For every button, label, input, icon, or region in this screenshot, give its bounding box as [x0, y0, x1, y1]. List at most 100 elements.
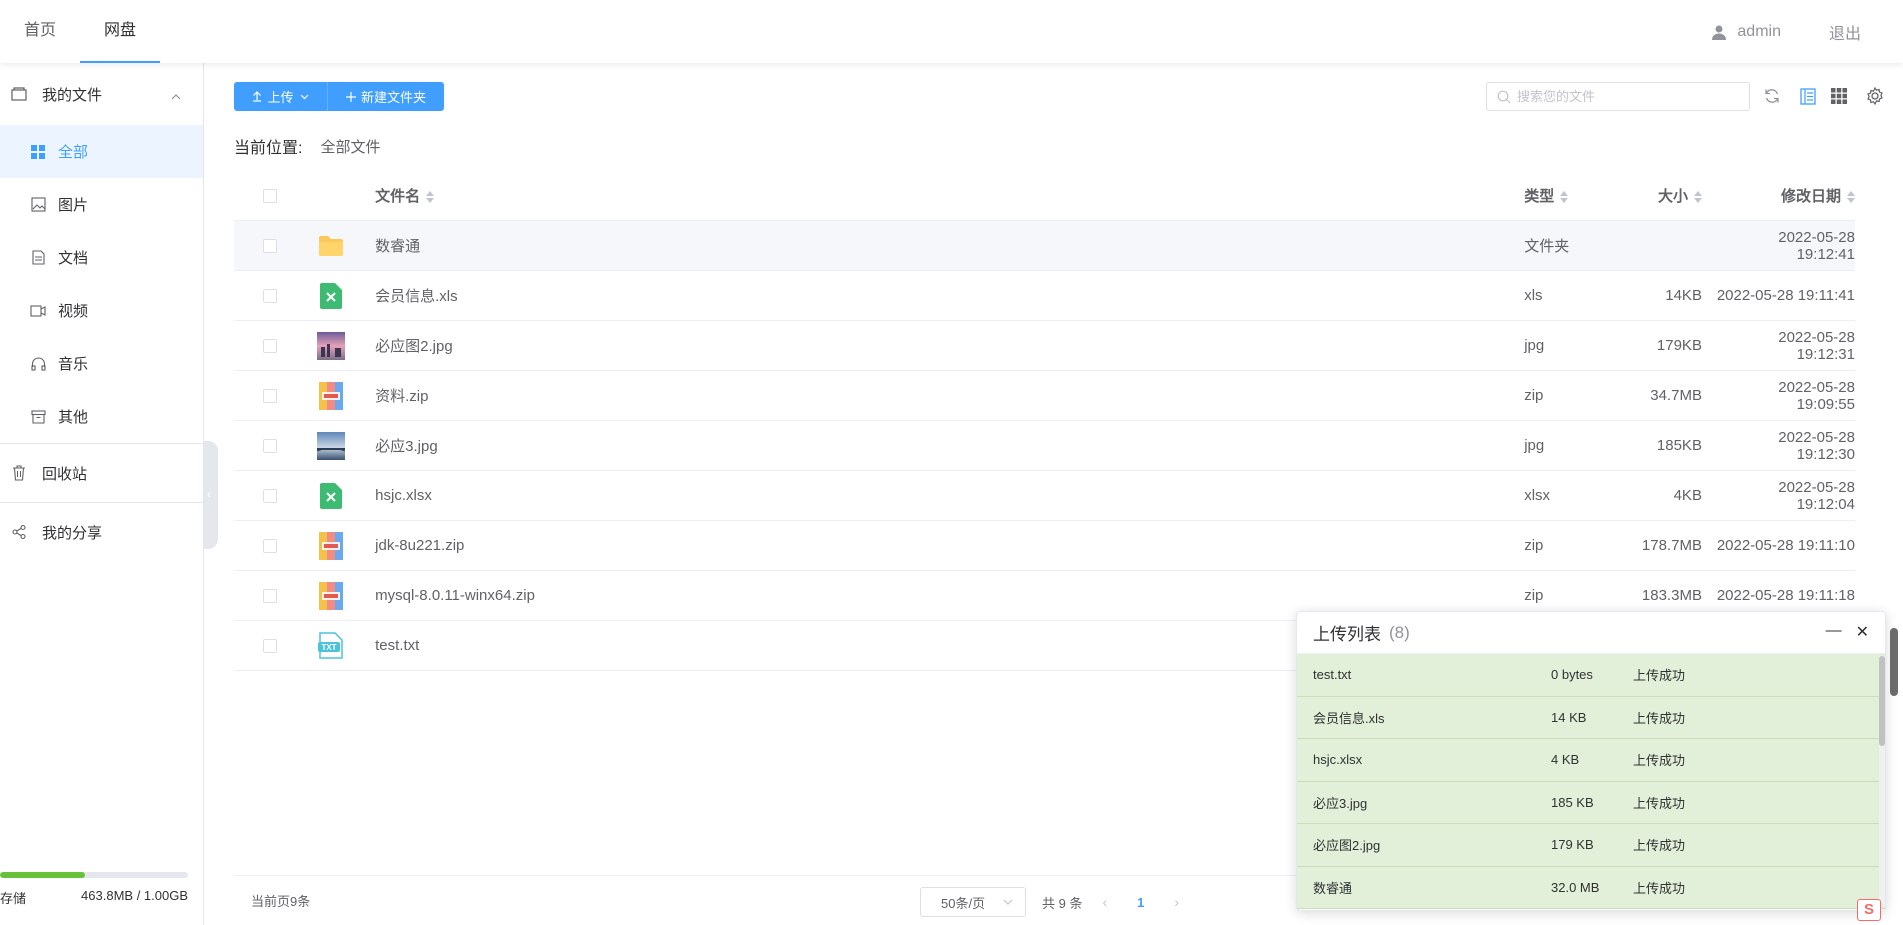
pagination: 50条/页 共 9 条 ‹ 1 ›: [920, 887, 1179, 917]
upload-button[interactable]: 上传: [234, 82, 328, 111]
upload-status: 上传成功: [1633, 753, 1686, 769]
row-checkbox[interactable]: [262, 438, 277, 453]
row-checkbox[interactable]: [262, 588, 277, 603]
row-checkbox[interactable]: [262, 488, 277, 503]
upload-status: 上传成功: [1633, 880, 1686, 896]
file-name[interactable]: hsjc.xlsx: [357, 487, 1524, 504]
table-row[interactable]: 必应图2.jpg jpg 179KB 2022-05-28 19:12:31: [234, 321, 1855, 371]
user-menu[interactable]: admin: [1711, 23, 1781, 41]
file-date: 2022-05-28 19:11:10: [1716, 537, 1855, 554]
column-header-name[interactable]: 文件名: [357, 185, 1524, 206]
table-row[interactable]: jdk-8u221.zip zip 178.7MB 2022-05-28 19:11:…: [234, 521, 1855, 571]
user-area: admin 退出: [1711, 0, 1861, 63]
upload-file-size: 4 KB: [1551, 752, 1580, 768]
sidebar-item-other[interactable]: 其他: [0, 390, 203, 443]
zip-icon: [306, 381, 358, 410]
close-icon[interactable]: ✕: [1856, 622, 1869, 642]
table-row[interactable]: 必应3.jpg jpg 185KB 2022-05-28 19:12:30: [234, 421, 1855, 471]
file-size: 178.7MB: [1641, 537, 1702, 554]
file-size: 14KB: [1665, 287, 1702, 304]
column-header-date[interactable]: 修改日期: [1716, 185, 1855, 206]
table-row[interactable]: hsjc.xlsx xlsx 4KB 2022-05-28 19:12:04: [234, 471, 1855, 521]
excel-icon: [306, 482, 358, 509]
zip-icon: [306, 531, 358, 560]
row-checkbox[interactable]: [262, 238, 277, 253]
new-folder-button[interactable]: 新建文件夹: [328, 82, 444, 111]
refresh-icon[interactable]: [1761, 85, 1783, 107]
row-checkbox[interactable]: [262, 338, 277, 353]
sidebar-collapse-handle[interactable]: ‹: [204, 441, 218, 549]
txt-icon: TXT: [306, 631, 358, 660]
file-size: 183.3MB: [1641, 587, 1702, 604]
file-size: 34.7MB: [1650, 387, 1702, 404]
upload-file-name: 会员信息.xls: [1313, 710, 1385, 726]
nav-home[interactable]: 首页: [0, 0, 80, 63]
upload-list-scrollbar[interactable]: [1879, 656, 1885, 906]
table-row[interactable]: 资料.zip zip 34.7MB 2022-05-28 19:09:55: [234, 371, 1855, 421]
toolbar-buttons: 上传 新建文件夹: [234, 82, 444, 111]
sidebar-group-label: 回收站: [42, 465, 88, 483]
page-number[interactable]: 1: [1137, 895, 1144, 910]
logout-link[interactable]: 退出: [1829, 20, 1861, 44]
table-row[interactable]: 会员信息.xls xls 14KB 2022-05-28 19:11:41: [234, 271, 1855, 321]
ime-s-icon[interactable]: S: [1857, 899, 1881, 921]
prev-page-button[interactable]: ‹: [1102, 894, 1107, 910]
sort-icon: [1560, 191, 1569, 204]
file-name[interactable]: 会员信息.xls: [357, 285, 1524, 306]
file-name[interactable]: 资料.zip: [357, 385, 1524, 406]
page-scrollbar-thumb[interactable]: [1890, 628, 1898, 696]
files-icon: [10, 85, 28, 103]
file-name[interactable]: mysql-8.0.11-winx64.zip: [357, 587, 1524, 604]
sidebar-item-images[interactable]: 图片: [0, 178, 203, 231]
sidebar-group-share[interactable]: 我的分享: [0, 503, 203, 561]
row-checkbox[interactable]: [262, 638, 277, 653]
nav-netdisk[interactable]: 网盘: [80, 0, 161, 63]
file-date: 2022-05-28 19:12:30: [1778, 428, 1855, 463]
grid-view-icon[interactable]: [1828, 85, 1850, 107]
file-name[interactable]: 必应图2.jpg: [357, 335, 1524, 356]
file-name[interactable]: 数睿通: [357, 235, 1524, 256]
row-checkbox[interactable]: [262, 288, 277, 303]
share-icon: [10, 523, 28, 541]
sidebar-group-recycle[interactable]: 回收站: [0, 444, 203, 502]
username: admin: [1737, 22, 1781, 40]
row-checkbox[interactable]: [262, 538, 277, 553]
sidebar-item-music[interactable]: 音乐: [0, 337, 203, 390]
new-folder-label: 新建文件夹: [360, 90, 426, 105]
file-type: jpg: [1524, 337, 1545, 354]
column-header-type[interactable]: 类型: [1524, 185, 1614, 206]
search-input[interactable]: [1517, 89, 1737, 104]
select-all-checkbox[interactable]: [262, 188, 277, 203]
minimize-icon[interactable]: —: [1826, 622, 1842, 642]
sidebar-item-videos[interactable]: 视频: [0, 284, 203, 337]
next-page-button[interactable]: ›: [1174, 894, 1179, 910]
file-name[interactable]: 必应3.jpg: [357, 435, 1524, 456]
upload-file-name: 必应图2.jpg: [1313, 838, 1381, 854]
upload-panel: 上传列表 (8) — ✕ test.txt 0 bytes 上传成功 会员信息.xls…: [1296, 611, 1886, 911]
row-checkbox[interactable]: [262, 388, 277, 403]
upload-panel-title: 上传列表: [1313, 625, 1381, 644]
column-header-size[interactable]: 大小: [1615, 185, 1716, 206]
file-date: 2022-05-28 19:12:41: [1778, 228, 1855, 263]
chevron-up-icon[interactable]: [171, 87, 181, 104]
breadcrumb: 当前位置: 全部文件: [234, 134, 380, 158]
sidebar: 我的文件 全部 图片 文档 视频 音乐 其他 回收站 我的分享 存储 463.8…: [0, 63, 204, 925]
sidebar-item-label: 文档: [58, 250, 89, 267]
sidebar-group-my-files[interactable]: 我的文件: [0, 63, 203, 125]
upload-row: 会员信息.xls 14 KB 上传成功: [1297, 696, 1885, 739]
top-nav: 首页 网盘: [0, 0, 161, 63]
list-view-icon[interactable]: [1797, 85, 1819, 107]
upload-file-size: 185 KB: [1551, 794, 1594, 810]
svg-text:TXT: TXT: [322, 643, 337, 652]
sort-icon: [1846, 191, 1855, 204]
sidebar-group-label: 我的文件: [42, 86, 103, 104]
storage-row: 存储 463.8MB / 1.00GB: [0, 888, 204, 907]
table-row[interactable]: 数睿通 文件夹 2022-05-28 19:12:41: [234, 221, 1855, 271]
file-type: xlsx: [1524, 487, 1551, 504]
sidebar-item-all[interactable]: 全部: [0, 125, 203, 178]
settings-gear-icon[interactable]: [1864, 85, 1886, 107]
page-size-select[interactable]: 50条/页: [920, 887, 1026, 917]
sidebar-item-documents[interactable]: 文档: [0, 231, 203, 284]
file-name[interactable]: jdk-8u221.zip: [357, 537, 1524, 554]
breadcrumb-root[interactable]: 全部文件: [320, 136, 380, 157]
